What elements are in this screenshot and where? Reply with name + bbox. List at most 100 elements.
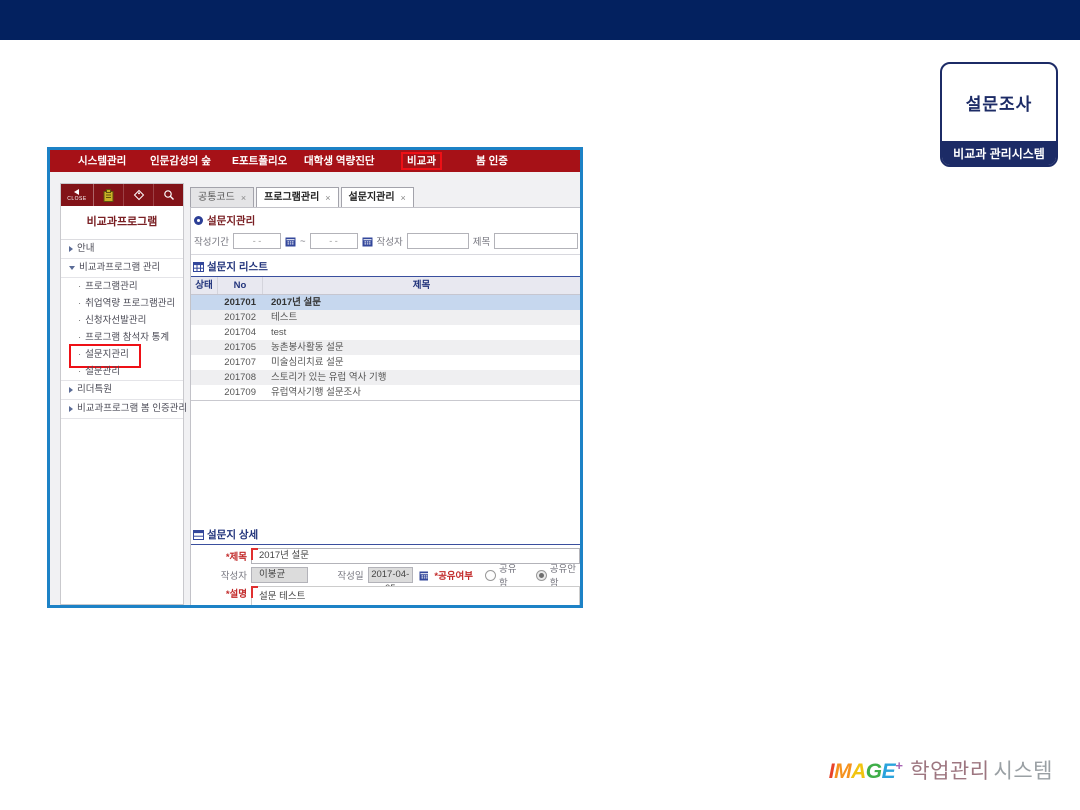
detail-author-input: 이봉균	[251, 567, 308, 583]
image-plus-logo: IMAGE+	[829, 758, 902, 784]
footer-logo: IMAGE+ 학업관리 시스템	[829, 755, 1053, 785]
detail-share-label: *공유여부	[434, 568, 473, 582]
period-label: 작성기간	[194, 234, 229, 248]
radio-share-yes-label[interactable]: 공유함	[499, 561, 522, 589]
grid-icon	[193, 262, 204, 272]
tab-close-icon[interactable]: ×	[241, 189, 246, 207]
clipboard-button[interactable]	[94, 184, 124, 206]
date-from-input[interactable]: - -	[233, 233, 281, 249]
detail-title-input[interactable]: 2017년 설문	[251, 548, 580, 564]
table-row[interactable]: 201709 유럽역사기행 설문조사	[191, 385, 580, 401]
radio-share-no-label[interactable]: 공유안함	[550, 561, 580, 589]
table-row[interactable]: 201701 2017년 설문	[191, 295, 580, 310]
tab-close-icon[interactable]: ×	[325, 189, 330, 207]
author-label: 작성자	[377, 234, 403, 248]
list-section-title: 설문지 리스트	[191, 255, 580, 277]
radio-share-no[interactable]	[536, 570, 547, 581]
bullet-circle-icon	[194, 216, 203, 225]
title-label: 제목	[473, 234, 490, 248]
bullet-icon: ·	[78, 295, 81, 312]
survey-badge: 설문조사 비교과 관리시스템	[940, 62, 1058, 167]
table-row[interactable]: 201708 스토리가 있는 유럽 역사 기행	[191, 370, 580, 385]
badge-subtitle: 비교과 관리시스템	[942, 141, 1056, 165]
search-filter-bar: 작성기간 - - ~ - - 작성자 제목	[191, 231, 580, 255]
left-arrow-icon	[73, 189, 81, 195]
page-title: 설문지관리	[191, 208, 580, 231]
calendar-icon[interactable]	[419, 570, 429, 581]
calendar-icon[interactable]	[285, 236, 296, 247]
bullet-icon: ·	[78, 363, 81, 380]
detail-author-label: 작성자	[191, 568, 247, 582]
sidebar-item-bom-cert-mgmt[interactable]: 비교과프로그램 봄 인증관리	[61, 400, 183, 419]
grid-icon	[193, 530, 204, 540]
required-mark	[251, 586, 258, 598]
menu-item-bom-cert[interactable]: 봄 인증	[476, 150, 508, 172]
chevron-right-icon	[69, 387, 73, 393]
clipboard-icon	[103, 189, 114, 202]
date-to-input[interactable]: - -	[310, 233, 358, 249]
column-header-title: 제목	[263, 277, 580, 294]
sidebar: CLOSE	[60, 183, 184, 605]
app-menubar: 시스템관리 인문감성의 숲 E포트폴리오 대학생 역량진단 비교과 봄 인증	[50, 150, 580, 172]
detail-desc-row: *설명 설문 테스트	[191, 586, 580, 602]
table-row[interactable]: 201704 test	[191, 325, 580, 340]
required-mark	[251, 548, 258, 560]
slide: 설문조사 비교과 관리시스템 시스템관리 인문감성의 숲 E포트폴리오 대학생 …	[0, 0, 1080, 810]
detail-title-label: *제목	[191, 549, 247, 563]
app-screenshot: 시스템관리 인문감성의 숲 E포트폴리오 대학생 역량진단 비교과 봄 인증 C…	[47, 147, 583, 608]
sidebar-item-survey-mgmt[interactable]: · 설문지관리	[61, 346, 183, 363]
tab-program-mgmt[interactable]: 프로그램관리 ×	[256, 187, 338, 207]
search-icon	[163, 189, 175, 201]
tab-close-icon[interactable]: ×	[401, 189, 406, 207]
detail-date-label: 작성일	[308, 568, 364, 582]
table-row[interactable]: 201702 테스트	[191, 310, 580, 325]
top-banner	[0, 0, 1080, 40]
detail-desc-label: *설명	[191, 586, 247, 600]
sidebar-item-question-mgmt[interactable]: · 설문관리	[61, 363, 183, 381]
menu-item-system-admin[interactable]: 시스템관리	[78, 150, 126, 172]
detail-desc-textarea[interactable]: 설문 테스트	[251, 586, 580, 608]
sidebar-menu: 안내 비교과프로그램 관리 · 프로그램관리 · 취업역량 프로그램관리 · 신…	[61, 240, 183, 419]
table-row[interactable]: 201707 미술심리치료 설문	[191, 355, 580, 370]
table-header: 상태 No 제목	[191, 277, 580, 295]
column-header-status: 상태	[191, 277, 218, 294]
menu-item-eportfolio[interactable]: E포트폴리오	[232, 150, 287, 172]
detail-title-row: *제목 2017년 설문	[191, 548, 580, 564]
chevron-right-icon	[69, 406, 73, 412]
tag-button[interactable]	[124, 184, 154, 206]
tag-icon	[133, 189, 145, 201]
badge-title: 설문조사	[942, 64, 1056, 141]
sidebar-title: 비교과프로그램	[61, 206, 183, 240]
sidebar-close-button[interactable]: CLOSE	[61, 184, 94, 206]
title-input[interactable]	[494, 233, 578, 249]
main-panel: 설문지관리 작성기간 - - ~ - - 작성자 제	[190, 207, 580, 605]
detail-section: 설문지 상세 *제목 2017년 설문 작성자 이봉균 작성일 2017-04-…	[191, 523, 580, 602]
detail-section-title: 설문지 상세	[191, 523, 580, 545]
chevron-down-icon	[69, 266, 75, 270]
menu-item-extracurricular[interactable]: 비교과	[401, 152, 442, 170]
tab-common-code[interactable]: 공통코드 ×	[190, 187, 254, 207]
sidebar-close-label: CLOSE	[67, 196, 86, 202]
sidebar-item-program-mgmt[interactable]: · 프로그램관리	[61, 278, 183, 295]
calendar-icon[interactable]	[362, 236, 373, 247]
menu-item-competency[interactable]: 대학생 역량진단	[304, 150, 375, 172]
sidebar-item-applicant-selection[interactable]: · 신청자선발관리	[61, 312, 183, 329]
tab-survey-mgmt[interactable]: 설문지관리 ×	[341, 187, 414, 207]
tab-bar: 공통코드 × 프로그램관리 × 설문지관리 ×	[190, 187, 580, 208]
logo-text-secondary: 시스템	[994, 755, 1053, 785]
sidebar-item-guide[interactable]: 안내	[61, 240, 183, 259]
search-button[interactable]	[154, 184, 183, 206]
author-input[interactable]	[407, 233, 469, 249]
bullet-icon: ·	[78, 312, 81, 329]
sidebar-item-program-mgmt-group[interactable]: 비교과프로그램 관리	[61, 259, 183, 278]
sidebar-toolbar: CLOSE	[61, 184, 183, 206]
range-separator: ~	[300, 236, 306, 247]
table-row[interactable]: 201705 농촌봉사활동 설문	[191, 340, 580, 355]
sidebar-item-employment-program[interactable]: · 취업역량 프로그램관리	[61, 295, 183, 312]
radio-share-yes[interactable]	[485, 570, 496, 581]
logo-text-primary: 학업관리	[910, 755, 989, 785]
detail-date-input[interactable]: 2017-04-05	[368, 567, 413, 583]
menu-item-humanities[interactable]: 인문감성의 숲	[150, 150, 211, 172]
sidebar-item-leader[interactable]: 리더특원	[61, 381, 183, 400]
chevron-right-icon	[69, 246, 73, 252]
